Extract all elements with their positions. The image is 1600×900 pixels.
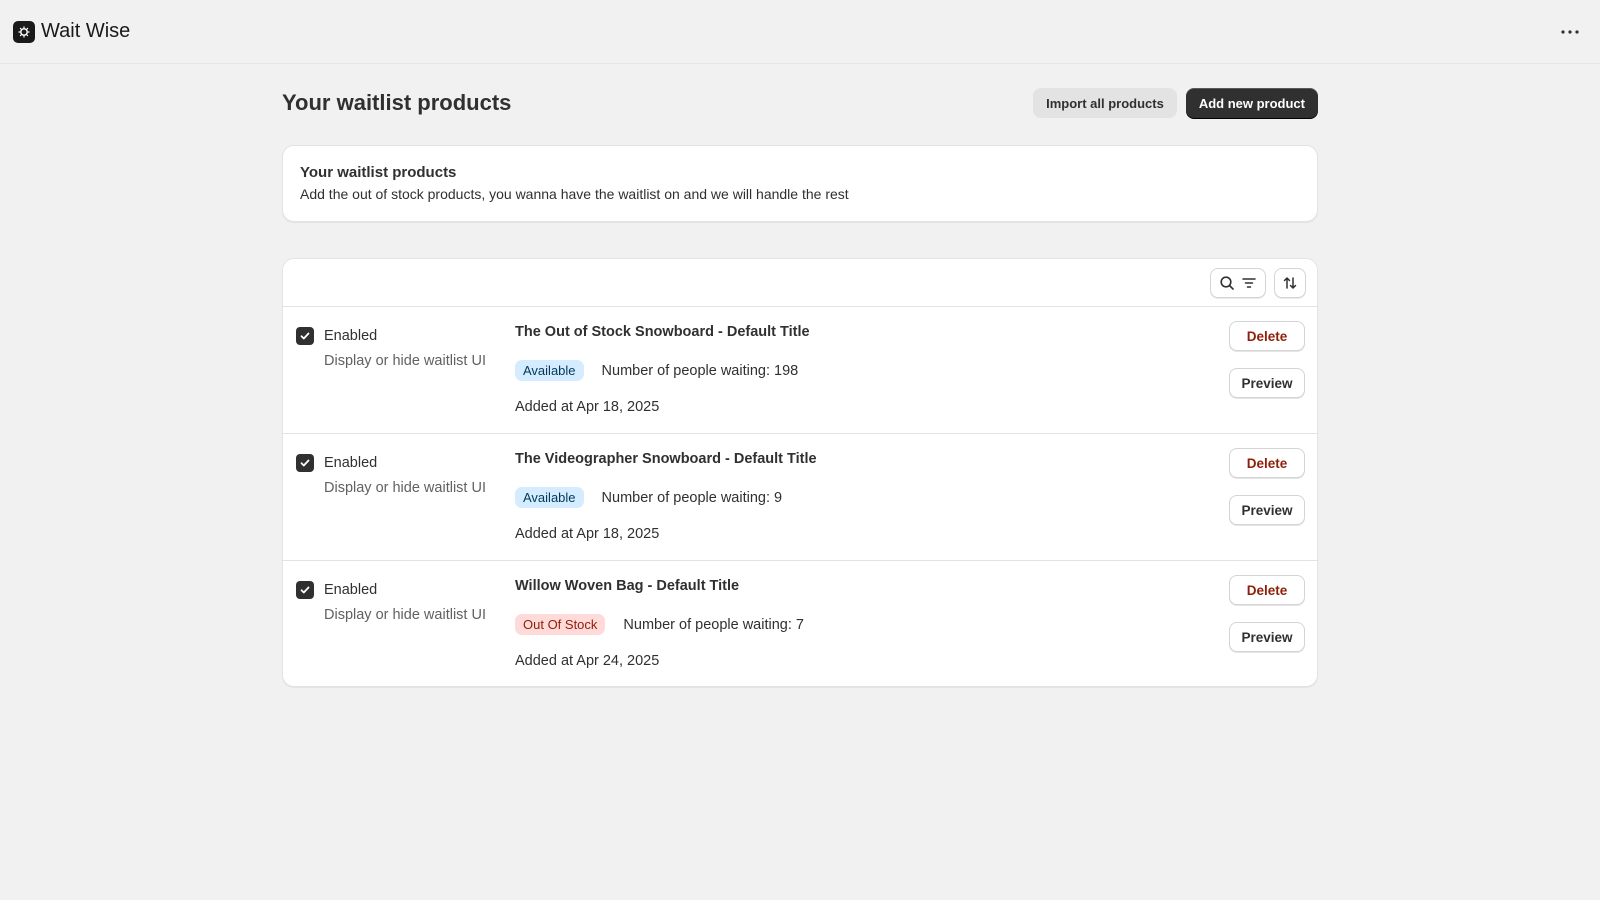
enable-toggle-group: Enabled Display or hide waitlist UI (296, 454, 486, 496)
status-line: Out Of Stock Number of people waiting: 7 (515, 614, 804, 635)
preview-button[interactable]: Preview (1229, 368, 1305, 398)
status-line: Available Number of people waiting: 9 (515, 487, 817, 508)
product-info: The Videographer Snowboard - Default Tit… (515, 450, 817, 542)
app-title: Wait Wise (41, 20, 131, 42)
enabled-checkbox[interactable] (296, 454, 314, 472)
intro-card: Your waitlist products Add the out of st… (282, 145, 1318, 222)
enabled-help-text: Display or hide waitlist UI (324, 480, 486, 496)
enabled-help-text: Display or hide waitlist UI (324, 607, 486, 623)
waiting-count: Number of people waiting: 7 (623, 616, 804, 633)
search-icon (1220, 275, 1234, 290)
row-actions: Delete Preview (1229, 575, 1305, 652)
intro-description: Add the out of stock products, you wanna… (300, 186, 849, 202)
product-name: Willow Woven Bag - Default Title (515, 578, 740, 594)
added-date: Added at Apr 24, 2025 (515, 653, 660, 669)
enable-toggle-group: Enabled Display or hide waitlist UI (296, 581, 486, 623)
brand: Wait Wise (13, 20, 130, 43)
status-line: Available Number of people waiting: 198 (515, 360, 810, 381)
product-name: The Out of Stock Snowboard - Default Tit… (515, 324, 810, 340)
header-actions: Import all products Add new product (1033, 88, 1318, 118)
top-bar: Wait Wise (0, 0, 1600, 64)
enabled-checkbox-line: Enabled (296, 581, 486, 599)
enabled-checkbox[interactable] (296, 327, 314, 345)
status-badge: Available (515, 487, 584, 508)
status-badge: Out Of Stock (515, 614, 606, 635)
enabled-label: Enabled (324, 582, 378, 598)
waitlist-products-list: Enabled Display or hide waitlist UI The … (282, 258, 1318, 687)
search-filter-button[interactable] (1210, 267, 1266, 298)
added-date: Added at Apr 18, 2025 (515, 399, 660, 415)
added-date: Added at Apr 18, 2025 (515, 526, 660, 542)
product-name: The Videographer Snowboard - Default Tit… (515, 451, 817, 467)
delete-button[interactable]: Delete (1229, 321, 1305, 351)
enable-toggle-group: Enabled Display or hide waitlist UI (296, 327, 486, 369)
more-horizontal-icon (1561, 29, 1579, 34)
enabled-checkbox[interactable] (296, 581, 314, 599)
list-toolbar (283, 259, 1317, 307)
import-all-products-button[interactable]: Import all products (1033, 88, 1177, 118)
enabled-help-text: Display or hide waitlist UI (324, 353, 486, 369)
product-info: The Out of Stock Snowboard - Default Tit… (515, 323, 810, 415)
enabled-checkbox-line: Enabled (296, 454, 486, 472)
preview-button[interactable]: Preview (1229, 495, 1305, 525)
preview-button[interactable]: Preview (1229, 622, 1305, 652)
filter-icon (1242, 277, 1256, 288)
intro-title: Your waitlist products (300, 164, 457, 181)
status-badge: Available (515, 360, 584, 381)
delete-button[interactable]: Delete (1229, 575, 1305, 605)
app-logo-icon (13, 20, 35, 43)
waiting-count: Number of people waiting: 9 (601, 489, 783, 506)
main-content: Your waitlist products Import all produc… (282, 64, 1318, 687)
list-item: Enabled Display or hide waitlist UI Will… (283, 561, 1317, 686)
delete-button[interactable]: Delete (1229, 448, 1305, 478)
checkmark-icon (300, 459, 310, 467)
sort-icon (1283, 276, 1297, 289)
page-title: Your waitlist products (282, 90, 512, 115)
product-info: Willow Woven Bag - Default Title Out Of … (515, 577, 804, 669)
row-actions: Delete Preview (1229, 448, 1305, 525)
add-new-product-button[interactable]: Add new product (1185, 88, 1318, 118)
page-header: Your waitlist products Import all produc… (282, 88, 1318, 118)
enabled-label: Enabled (324, 328, 378, 344)
enabled-label: Enabled (324, 455, 378, 471)
more-actions-button[interactable] (1552, 14, 1588, 50)
row-actions: Delete Preview (1229, 321, 1305, 398)
list-item: Enabled Display or hide waitlist UI The … (283, 434, 1317, 561)
list-item: Enabled Display or hide waitlist UI The … (283, 307, 1317, 434)
sort-button[interactable] (1274, 267, 1306, 298)
waiting-count: Number of people waiting: 198 (601, 362, 799, 379)
checkmark-icon (300, 332, 310, 340)
checkmark-icon (300, 586, 310, 594)
enabled-checkbox-line: Enabled (296, 327, 486, 345)
